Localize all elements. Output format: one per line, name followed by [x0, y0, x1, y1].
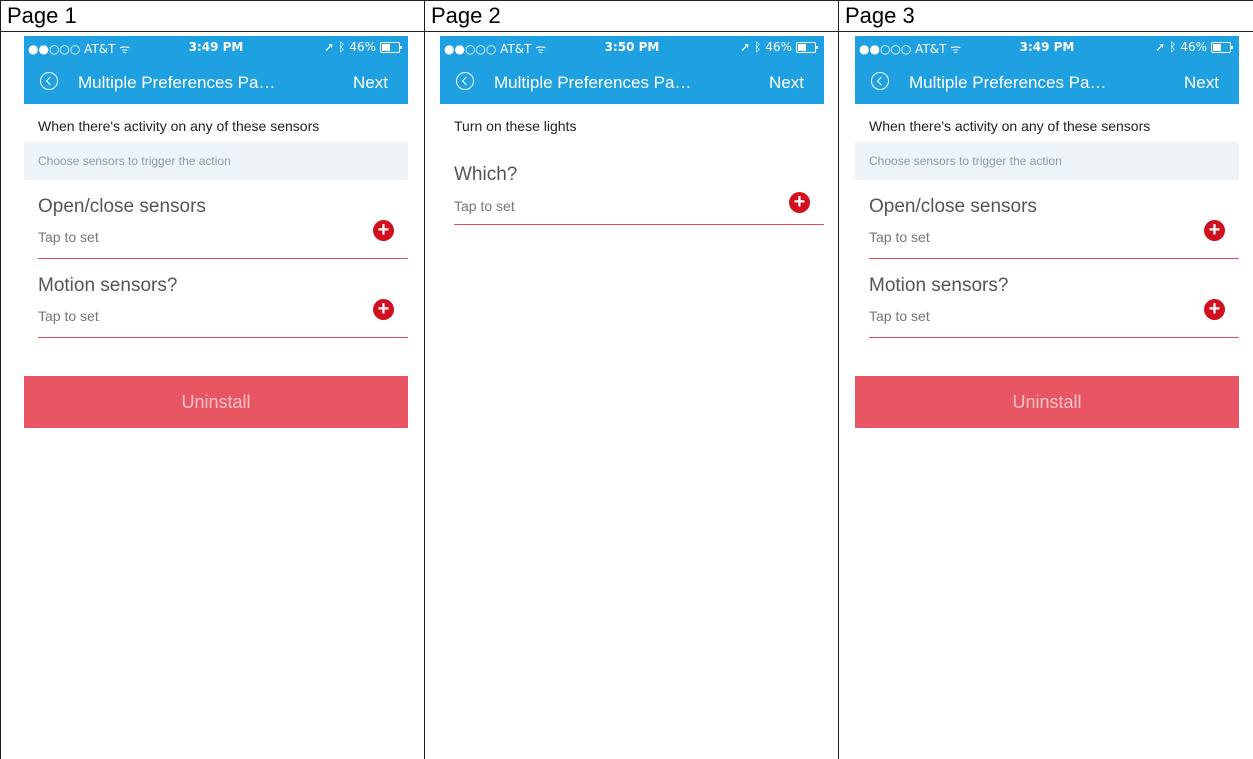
- section-title: Turn on these lights: [454, 118, 577, 134]
- battery-icon: [796, 41, 818, 53]
- preference-open-close-sensors[interactable]: Open/close sensors Tap to set +: [869, 180, 1239, 259]
- preference-title: Motion sensors?: [38, 275, 178, 296]
- plus-circle-icon[interactable]: +: [789, 192, 810, 213]
- phone-screen: ●●○○○ AT&T ᯤ 3:49 PM ➚ ᛒ 46% Multiple Pr…: [855, 36, 1239, 428]
- preference-subtitle: Tap to set: [869, 308, 930, 324]
- nav-bar: Multiple Preferences Pa… Next: [440, 60, 824, 104]
- battery-percent: 46%: [1180, 40, 1207, 54]
- next-button[interactable]: Next: [769, 73, 804, 93]
- battery-percent: 46%: [765, 40, 792, 54]
- next-button[interactable]: Next: [353, 73, 388, 93]
- battery-percent: 46%: [349, 40, 376, 54]
- page-3-column: Page 3 ●●○○○ AT&T ᯤ 3:49 PM ➚ ᛒ 46% Mult…: [839, 0, 1253, 759]
- nav-bar: Multiple Preferences Pa… Next: [855, 60, 1239, 104]
- bluetooth-icon: ᛒ: [338, 40, 346, 54]
- section-title: When there's activity on any of these se…: [38, 118, 320, 134]
- uninstall-button[interactable]: Uninstall: [24, 376, 408, 428]
- preference-title: Motion sensors?: [869, 275, 1009, 296]
- plus-circle-icon[interactable]: +: [1204, 299, 1225, 320]
- bluetooth-icon: ᛒ: [1169, 40, 1177, 54]
- location-arrow-icon: ➚: [740, 40, 751, 54]
- nav-title: Multiple Preferences Pa…: [78, 73, 276, 92]
- top-bar: ●●○○○ AT&T ᯤ 3:49 PM ➚ ᛒ 46% Multiple Pr…: [855, 36, 1239, 104]
- top-bar: ●●○○○ AT&T ᯤ 3:50 PM ➚ ᛒ 46% Multiple Pr…: [440, 36, 824, 104]
- section-title: When there's activity on any of these se…: [869, 118, 1151, 134]
- preference-subtitle: Tap to set: [869, 229, 930, 245]
- preference-title: Open/close sensors: [869, 196, 1037, 217]
- page-grid: Page 1 ●●○○○ AT&T ᯤ 3:49 PM ➚ ᛒ 46% Mult…: [0, 0, 1253, 759]
- preference-motion-sensors[interactable]: Motion sensors? Tap to set +: [38, 259, 408, 338]
- preference-title: Which?: [454, 164, 518, 185]
- bluetooth-icon: ᛒ: [754, 40, 762, 54]
- status-right: ➚ ᛒ 46%: [324, 40, 402, 54]
- status-bar: ●●○○○ AT&T ᯤ 3:50 PM ➚ ᛒ 46%: [440, 36, 824, 60]
- nav-bar: Multiple Preferences Pa… Next: [24, 60, 408, 104]
- page-1-column: Page 1 ●●○○○ AT&T ᯤ 3:49 PM ➚ ᛒ 46% Mult…: [1, 0, 425, 759]
- page-header: Page 1: [1, 0, 424, 32]
- page-header: Page 3: [839, 0, 1253, 32]
- page-header: Page 2: [425, 0, 838, 32]
- phone-screen: ●●○○○ AT&T ᯤ 3:50 PM ➚ ᛒ 46% Multiple Pr…: [440, 36, 824, 225]
- back-circle-icon[interactable]: [871, 72, 889, 90]
- nav-title: Multiple Preferences Pa…: [494, 73, 692, 92]
- back-circle-icon[interactable]: [456, 72, 474, 90]
- nav-title: Multiple Preferences Pa…: [909, 73, 1107, 92]
- preference-title: Open/close sensors: [38, 196, 206, 217]
- preference-open-close-sensors[interactable]: Open/close sensors Tap to set +: [38, 180, 408, 259]
- battery-icon: [1211, 41, 1233, 53]
- top-bar: ●●○○○ AT&T ᯤ 3:49 PM ➚ ᛒ 46% Multiple Pr…: [24, 36, 408, 104]
- page-2-column: Page 2 ●●○○○ AT&T ᯤ 3:50 PM ➚ ᛒ 46% Mult…: [425, 0, 839, 759]
- preference-subtitle: Tap to set: [38, 229, 99, 245]
- hint-text: Choose sensors to trigger the action: [855, 142, 1239, 180]
- plus-circle-icon[interactable]: +: [1204, 220, 1225, 241]
- status-bar: ●●○○○ AT&T ᯤ 3:49 PM ➚ ᛒ 46%: [24, 36, 408, 60]
- hint-text: Choose sensors to trigger the action: [24, 142, 408, 180]
- preference-motion-sensors[interactable]: Motion sensors? Tap to set +: [869, 259, 1239, 338]
- plus-circle-icon[interactable]: +: [373, 220, 394, 241]
- location-arrow-icon: ➚: [324, 40, 335, 54]
- status-right: ➚ ᛒ 46%: [1155, 40, 1233, 54]
- status-bar: ●●○○○ AT&T ᯤ 3:49 PM ➚ ᛒ 46%: [855, 36, 1239, 60]
- battery-icon: [380, 41, 402, 53]
- preference-subtitle: Tap to set: [454, 198, 515, 214]
- preference-which-lights[interactable]: Which? Tap to set +: [454, 146, 824, 225]
- back-circle-icon[interactable]: [40, 72, 58, 90]
- next-button[interactable]: Next: [1184, 73, 1219, 93]
- location-arrow-icon: ➚: [1155, 40, 1166, 54]
- preference-subtitle: Tap to set: [38, 308, 99, 324]
- uninstall-button[interactable]: Uninstall: [855, 376, 1239, 428]
- phone-screen: ●●○○○ AT&T ᯤ 3:49 PM ➚ ᛒ 46% Multiple Pr…: [24, 36, 408, 428]
- status-right: ➚ ᛒ 46%: [740, 40, 818, 54]
- plus-circle-icon[interactable]: +: [373, 299, 394, 320]
